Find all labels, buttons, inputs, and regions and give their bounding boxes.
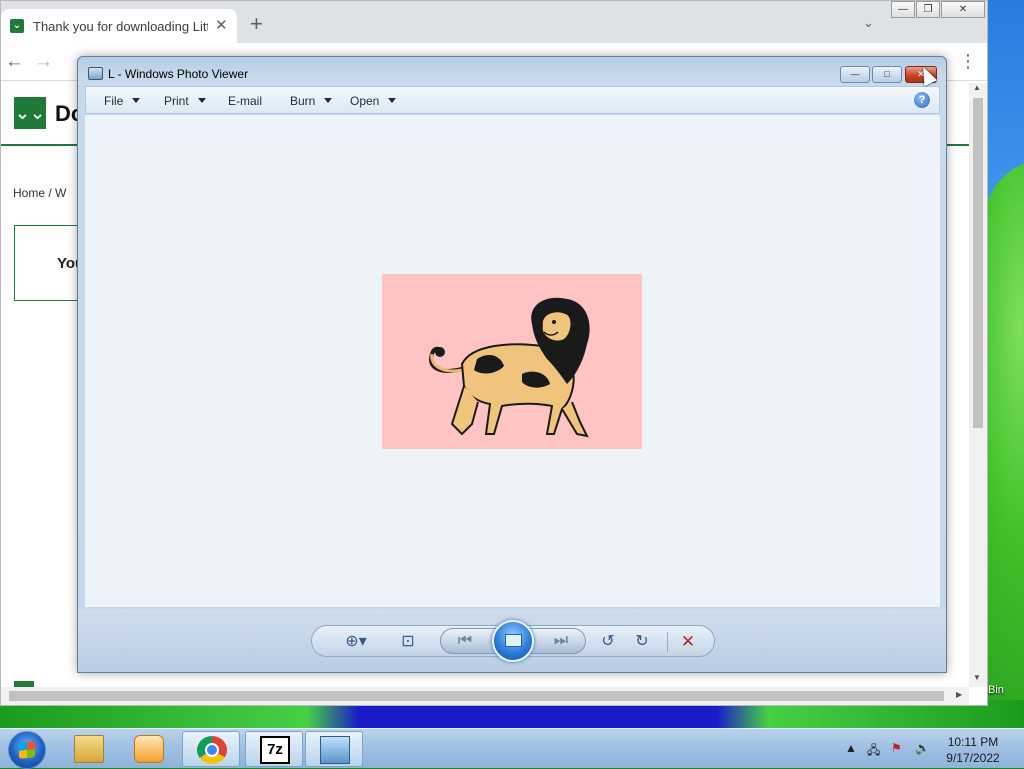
dropdown-caret-icon (324, 98, 333, 103)
7zip-icon: 7z (260, 736, 290, 764)
chrome-icon (197, 736, 227, 764)
rotate-counterclockwise-icon[interactable]: ↺ (598, 632, 618, 652)
menu-print[interactable]: Print (164, 94, 206, 108)
chrome-close-button[interactable]: ✕ (941, 1, 985, 18)
menu-file-label: File (104, 94, 124, 108)
minimize-button[interactable]: — (840, 66, 870, 83)
menu-file[interactable]: File (104, 94, 141, 108)
taskbar-7zip[interactable]: 7z (245, 731, 303, 767)
clock-time: 10:11 PM (947, 735, 999, 749)
help-icon[interactable]: ? (914, 92, 930, 108)
wallpaper-hill (985, 160, 1024, 720)
photo-viewer-icon (320, 736, 350, 764)
tab-close-icon[interactable]: ✕ (215, 16, 228, 34)
chrome-menu-icon[interactable]: ⋮ (959, 51, 977, 72)
maximize-button[interactable]: □ (872, 66, 902, 83)
taskbar: 7z ▲ 🖧 ⚑ 🔈 10:11 PM 9/17/2022 (0, 728, 1024, 769)
site-favicon-icon: ⌄ (10, 19, 24, 33)
tab-title: Thank you for downloading Little (33, 19, 208, 34)
slideshow-icon (505, 634, 522, 647)
chrome-tabstrip: ⌄ Thank you for downloading Little ✕ + ⌄… (1, 1, 987, 43)
site-logo-icon[interactable]: ⌄⌄ (14, 97, 46, 129)
image-canvas[interactable] (85, 115, 940, 607)
windows-logo-icon (19, 741, 35, 759)
action-center-flag-icon[interactable]: ⚑ (891, 741, 902, 755)
lion-illustration (429, 297, 590, 438)
control-pill: ⊕▾ ⊡ ⏮ ⏭ ↺ ↻ ✕ (311, 620, 715, 662)
delete-icon[interactable]: ✕ (678, 632, 698, 652)
chrome-center-icon (205, 743, 219, 757)
viewer-menu-bar: File Print E-mail Burn Open ? (85, 86, 940, 114)
menu-burn[interactable]: Burn (290, 94, 333, 108)
scroll-up-arrow-icon[interactable]: ▲ (973, 83, 981, 92)
zoom-icon[interactable]: ⊕▾ (340, 632, 372, 652)
horizontal-scroll-thumb[interactable] (9, 691, 944, 701)
show-hidden-icons[interactable]: ▲ (845, 741, 857, 755)
vertical-scroll-thumb[interactable] (973, 98, 983, 428)
tab-search-chevron-icon[interactable]: ⌄ (863, 15, 874, 31)
back-arrow-icon[interactable]: ← (5, 51, 24, 73)
dropdown-caret-icon (132, 98, 141, 103)
taskbar-photo-viewer[interactable] (305, 731, 363, 767)
start-button[interactable] (8, 731, 46, 769)
clock-date: 9/17/2022 (946, 751, 1000, 765)
photo-viewer-app-icon (88, 67, 103, 80)
menu-open-label: Open (350, 94, 380, 108)
taskbar-chrome[interactable] (182, 731, 240, 767)
new-tab-button[interactable]: + (250, 13, 263, 35)
window-title: L - Windows Photo Viewer (108, 67, 249, 81)
chrome-maximize-button[interactable]: ❐ (916, 1, 940, 18)
previous-icon[interactable]: ⏮ (455, 631, 475, 651)
tab-thank-you[interactable]: ⌄ Thank you for downloading Little ✕ (1, 9, 237, 43)
taskbar-media-player[interactable] (120, 731, 178, 767)
rotate-clockwise-icon[interactable]: ↻ (632, 632, 652, 652)
dropdown-caret-icon (388, 98, 397, 103)
folder-icon (74, 735, 104, 763)
dropdown-caret-icon (197, 98, 206, 103)
chrome-window-controls: — ❐ ✕ (891, 1, 986, 21)
volume-icon[interactable]: 🔈 (915, 741, 930, 755)
viewer-control-bar: ⊕▾ ⊡ ⏮ ⏭ ↺ ↻ ✕ (78, 609, 946, 672)
next-icon[interactable]: ⏭ (551, 631, 571, 651)
menu-print-label: Print (164, 94, 189, 108)
actual-size-icon[interactable]: ⊡ (398, 632, 418, 652)
breadcrumb[interactable]: Home / W (13, 186, 66, 200)
vertical-scrollbar[interactable]: ▲ ▼ (969, 83, 987, 687)
network-icon[interactable]: 🖧 (867, 741, 880, 762)
media-player-icon (134, 735, 164, 763)
slideshow-button[interactable] (492, 620, 534, 662)
recycle-bin-label[interactable]: Bin (988, 684, 1004, 696)
toolbar-separator (667, 632, 668, 652)
photo-viewer-window: L - Windows Photo Viewer — □ ✕ File Prin… (77, 56, 947, 673)
menu-open[interactable]: Open (350, 94, 397, 108)
chrome-minimize-button[interactable]: — (891, 1, 915, 18)
taskbar-explorer[interactable] (60, 731, 118, 767)
scroll-down-arrow-icon[interactable]: ▼ (973, 673, 981, 682)
horizontal-scrollbar[interactable]: ▶ (1, 687, 969, 705)
forward-arrow-icon[interactable]: → (34, 51, 53, 73)
system-clock[interactable]: 10:11 PM 9/17/2022 (936, 734, 1010, 766)
menu-email[interactable]: E-mail (228, 94, 262, 108)
scroll-right-arrow-icon[interactable]: ▶ (956, 690, 962, 699)
menu-burn-label: Burn (290, 94, 316, 108)
lion-photo (382, 274, 642, 449)
